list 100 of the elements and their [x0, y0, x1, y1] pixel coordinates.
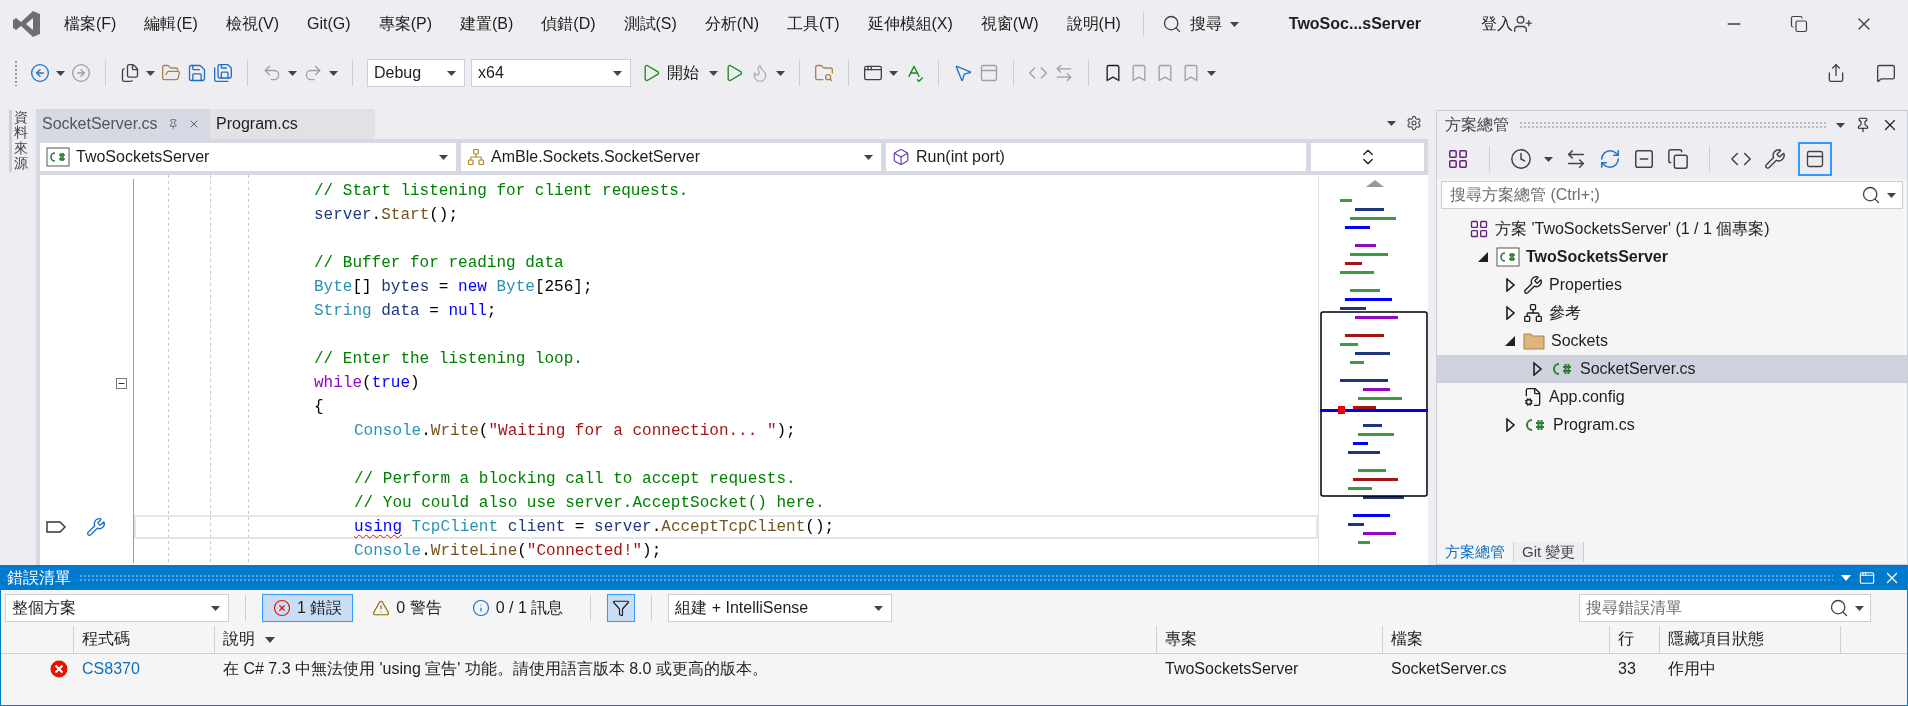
- caret-icon[interactable]: [1836, 122, 1845, 128]
- caret-icon[interactable]: [1544, 156, 1553, 162]
- tree-item[interactable]: Program.cs: [1437, 411, 1907, 439]
- save-all-icon[interactable]: [213, 63, 233, 83]
- data-sources-tab[interactable]: 資料來源: [8, 110, 28, 172]
- document-tab[interactable]: Program.cs: [210, 109, 375, 139]
- menu-item[interactable]: 建置(B): [445, 9, 528, 39]
- caret-icon[interactable]: [1207, 70, 1216, 76]
- tree-item[interactable]: Properties: [1437, 271, 1907, 299]
- column-header[interactable]: 說明: [215, 626, 1157, 654]
- caret-icon[interactable]: [447, 70, 456, 76]
- collapsed-arrow-icon[interactable]: [1505, 306, 1515, 320]
- caret-icon[interactable]: [146, 70, 155, 76]
- document-tab[interactable]: SocketServer.cs: [36, 109, 210, 139]
- project-dropdown[interactable]: TwoSocketsServer: [40, 143, 456, 171]
- filter-toggle[interactable]: [607, 594, 636, 622]
- menu-item[interactable]: 專案(P): [364, 9, 446, 39]
- settings-icon[interactable]: [1406, 115, 1422, 131]
- sign-in-link[interactable]: 登入: [1481, 13, 1513, 35]
- column-header[interactable]: 檔案: [1383, 626, 1610, 654]
- new-project-icon[interactable]: [120, 63, 140, 83]
- caret-icon[interactable]: [1387, 120, 1396, 126]
- back-icon[interactable]: [30, 63, 50, 83]
- error-code-link[interactable]: CS8370: [74, 654, 215, 684]
- collapsed-arrow-icon[interactable]: [1505, 278, 1515, 292]
- pin-icon[interactable]: [1855, 117, 1871, 133]
- menu-item[interactable]: 工具(T): [773, 9, 854, 39]
- properties-icon[interactable]: [1764, 148, 1786, 170]
- menu-item[interactable]: 偵錯(D): [527, 9, 610, 39]
- configuration-dropdown[interactable]: Debug: [367, 59, 465, 87]
- caret-icon[interactable]: [1855, 605, 1864, 611]
- column-header[interactable]: 隱藏項目狀態: [1660, 626, 1841, 654]
- pending-changes-icon[interactable]: [1510, 148, 1532, 170]
- tree-item[interactable]: 參考: [1437, 299, 1907, 327]
- window-icon[interactable]: [863, 63, 883, 83]
- member-dropdown[interactable]: Run(int port): [886, 143, 1306, 171]
- caret-icon[interactable]: [329, 70, 338, 76]
- folder-search-icon[interactable]: [814, 63, 834, 83]
- restore-icon[interactable]: [1790, 15, 1808, 33]
- caret-icon[interactable]: [613, 70, 622, 76]
- open-folder-icon[interactable]: [161, 63, 181, 83]
- search-button[interactable]: 搜尋: [1151, 9, 1249, 39]
- caret-icon[interactable]: [1887, 192, 1896, 198]
- caret-icon[interactable]: [439, 154, 448, 160]
- column-header[interactable]: 行: [1610, 626, 1660, 654]
- collapsed-arrow-icon[interactable]: [1505, 418, 1515, 432]
- quick-actions-icon[interactable]: [86, 517, 106, 537]
- preview-toggle[interactable]: [1798, 142, 1832, 176]
- tree-item[interactable]: Sockets: [1437, 327, 1907, 355]
- caret-icon[interactable]: [709, 70, 718, 76]
- expanded-arrow-icon[interactable]: [1478, 252, 1488, 262]
- start-button[interactable]: 開始: [637, 62, 703, 84]
- platform-dropdown[interactable]: x64: [471, 59, 631, 87]
- expanded-arrow-icon[interactable]: [1505, 336, 1515, 346]
- feedback-icon[interactable]: [1876, 63, 1896, 83]
- add-user-icon[interactable]: [1513, 14, 1533, 34]
- column-header[interactable]: 專案: [1157, 626, 1383, 654]
- maximize-icon[interactable]: [1859, 570, 1875, 586]
- column-header[interactable]: 程式碼: [74, 626, 215, 654]
- tree-item[interactable]: 方案 'TwoSocketsServer' (1 / 1 個專案): [1437, 215, 1907, 243]
- show-all-files-icon[interactable]: [1667, 148, 1689, 170]
- tree-item[interactable]: TwoSocketsServer: [1437, 243, 1907, 271]
- caret-icon[interactable]: [874, 605, 884, 611]
- caret-icon[interactable]: [889, 70, 898, 76]
- menu-item[interactable]: 延伸模組(X): [853, 9, 967, 39]
- panel-tab[interactable]: Git 變更: [1514, 542, 1585, 562]
- filter-button[interactable]: 0 / 1 訊息: [460, 594, 575, 622]
- sync-icon[interactable]: [1565, 148, 1587, 170]
- caret-icon[interactable]: [776, 70, 785, 76]
- menu-item[interactable]: 說明(H): [1052, 9, 1135, 39]
- collapse-all-icon[interactable]: [1633, 148, 1655, 170]
- menu-item[interactable]: 分析(N): [690, 9, 774, 39]
- menu-item[interactable]: 測試(S): [609, 9, 691, 39]
- tree-item[interactable]: SocketServer.cs: [1437, 355, 1907, 383]
- save-icon[interactable]: [187, 63, 207, 83]
- share-icon[interactable]: [1826, 63, 1846, 83]
- menu-item[interactable]: 檔案(F): [50, 9, 131, 39]
- caret-icon[interactable]: [211, 605, 220, 611]
- caret-icon[interactable]: [288, 70, 297, 76]
- collapsed-arrow-icon[interactable]: [1532, 362, 1542, 376]
- source-dropdown[interactable]: 組建 + IntelliSense: [668, 594, 893, 622]
- scope-dropdown[interactable]: 整個方案: [5, 594, 229, 622]
- type-dropdown[interactable]: AmBle.Sockets.SocketServer: [461, 143, 881, 171]
- menu-item[interactable]: 視窗(W): [966, 9, 1053, 39]
- search-field[interactable]: 搜尋方案總管 (Ctrl+;): [1441, 181, 1903, 209]
- caret-icon[interactable]: [56, 70, 65, 76]
- filter-button[interactable]: 1 錯誤: [262, 594, 354, 622]
- pointer-icon[interactable]: [953, 63, 973, 83]
- collapse-icon[interactable]: [116, 377, 127, 389]
- menu-item[interactable]: Git(G): [293, 11, 365, 37]
- switch-views-icon[interactable]: [1447, 148, 1469, 170]
- menu-item[interactable]: 編輯(E): [130, 9, 212, 39]
- refresh-icon[interactable]: [1599, 148, 1621, 170]
- menu-item[interactable]: 檢視(V): [211, 9, 294, 39]
- caret-icon[interactable]: [1841, 575, 1851, 581]
- caret-icon[interactable]: [1229, 21, 1239, 27]
- search-field[interactable]: 搜尋錯誤清單: [1579, 594, 1871, 622]
- tree-item[interactable]: App.config: [1437, 383, 1907, 411]
- caret-icon[interactable]: [864, 154, 873, 160]
- filter-button[interactable]: 0 警告: [361, 594, 453, 622]
